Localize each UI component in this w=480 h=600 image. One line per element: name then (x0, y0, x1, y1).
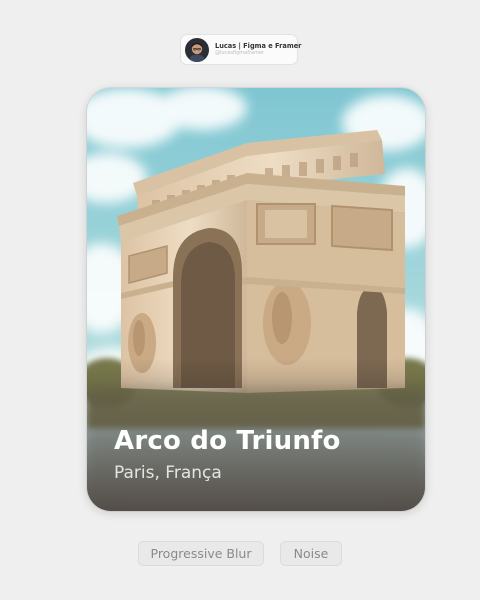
progressive-blur-button[interactable]: Progressive Blur (138, 541, 264, 566)
card-subtitle: Paris, França (114, 463, 222, 483)
author-handle: @lucasfigmaframer (215, 50, 265, 56)
author-badge[interactable]: Lucas | Figma e Framer @lucasfigmaframer (180, 34, 302, 65)
author-name: Lucas | Figma e Framer (215, 42, 302, 50)
card-title: Arco do Triunfo (114, 426, 341, 456)
noise-button[interactable]: Noise (280, 541, 342, 566)
landmark-card[interactable]: Arco do Triunfo Paris, França (87, 88, 425, 511)
avatar (185, 37, 209, 62)
